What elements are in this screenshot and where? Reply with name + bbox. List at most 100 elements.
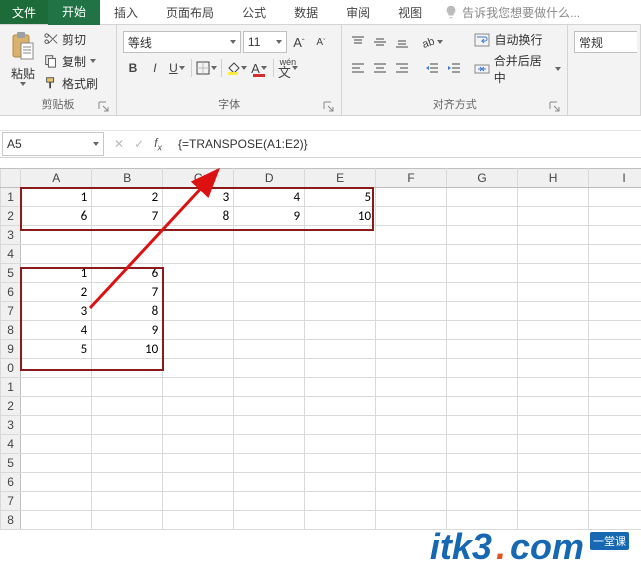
cell[interactable]: 9 <box>234 207 305 226</box>
cell[interactable] <box>589 378 641 397</box>
cell[interactable] <box>447 359 518 378</box>
cell[interactable]: 3 <box>163 188 234 207</box>
cell[interactable] <box>305 302 376 321</box>
font-size-combo[interactable]: 11 <box>243 31 287 53</box>
select-all-corner[interactable] <box>1 169 21 188</box>
row-header[interactable]: 7 <box>1 492 21 511</box>
cell[interactable] <box>21 397 92 416</box>
format-painter-button[interactable]: 格式刷 <box>44 73 98 93</box>
cell[interactable] <box>518 359 589 378</box>
cell[interactable] <box>518 283 589 302</box>
cell[interactable] <box>376 492 447 511</box>
cell[interactable] <box>447 511 518 530</box>
cell[interactable] <box>163 264 234 283</box>
cell[interactable] <box>589 492 641 511</box>
cell[interactable]: 8 <box>92 302 163 321</box>
cell[interactable] <box>21 454 92 473</box>
cell[interactable] <box>589 283 641 302</box>
cell[interactable] <box>163 378 234 397</box>
cell[interactable] <box>163 397 234 416</box>
col-header[interactable]: G <box>447 169 518 188</box>
paste-button[interactable]: 粘贴 <box>11 65 35 82</box>
align-right-button[interactable] <box>392 57 412 79</box>
cell[interactable] <box>92 435 163 454</box>
row-header[interactable]: 2 <box>1 207 21 226</box>
cell[interactable] <box>589 321 641 340</box>
cell[interactable] <box>589 207 641 226</box>
col-header[interactable]: D <box>234 169 305 188</box>
cell[interactable] <box>376 264 447 283</box>
row-header[interactable]: 4 <box>1 435 21 454</box>
cell[interactable] <box>589 397 641 416</box>
cell[interactable] <box>376 359 447 378</box>
cell[interactable]: 10 <box>305 207 376 226</box>
cell[interactable] <box>21 416 92 435</box>
borders-button[interactable] <box>196 57 217 79</box>
cell[interactable] <box>447 321 518 340</box>
fx-icon[interactable]: fx <box>154 136 162 152</box>
chevron-down-icon[interactable] <box>20 82 26 86</box>
cell[interactable] <box>92 226 163 245</box>
paste-icon[interactable] <box>9 31 37 63</box>
cell[interactable] <box>589 359 641 378</box>
cell[interactable] <box>376 188 447 207</box>
cut-button[interactable]: 剪切 <box>44 29 98 49</box>
name-box[interactable]: A5 <box>2 132 104 156</box>
cell[interactable]: 4 <box>21 321 92 340</box>
tab-home[interactable]: 开始 <box>48 0 100 25</box>
col-header[interactable]: I <box>589 169 641 188</box>
cell[interactable]: 4 <box>234 188 305 207</box>
cell[interactable] <box>163 416 234 435</box>
cell[interactable] <box>376 397 447 416</box>
cell[interactable]: 5 <box>305 188 376 207</box>
cell[interactable] <box>92 245 163 264</box>
cell[interactable] <box>234 378 305 397</box>
cell[interactable] <box>376 378 447 397</box>
tab-formulas[interactable]: 公式 <box>228 0 280 24</box>
phonetic-button[interactable]: wén 文 <box>278 57 298 79</box>
cell[interactable]: 7 <box>92 283 163 302</box>
cell[interactable] <box>447 473 518 492</box>
tab-data[interactable]: 数据 <box>280 0 332 24</box>
cell[interactable] <box>518 207 589 226</box>
align-bottom-button[interactable] <box>392 31 412 53</box>
cell[interactable] <box>447 416 518 435</box>
row-header[interactable]: 1 <box>1 378 21 397</box>
cell[interactable] <box>234 283 305 302</box>
row-header[interactable]: 8 <box>1 321 21 340</box>
cell[interactable] <box>305 435 376 454</box>
cell[interactable] <box>518 454 589 473</box>
cell[interactable] <box>447 245 518 264</box>
cell[interactable] <box>21 245 92 264</box>
cell[interactable] <box>518 226 589 245</box>
cell[interactable] <box>234 359 305 378</box>
cell[interactable]: 6 <box>21 207 92 226</box>
cell[interactable] <box>518 511 589 530</box>
cell[interactable] <box>92 397 163 416</box>
row-header[interactable]: 0 <box>1 359 21 378</box>
cell[interactable] <box>376 302 447 321</box>
cell[interactable] <box>518 492 589 511</box>
cancel-formula-button[interactable]: ✕ <box>114 137 124 151</box>
tab-view[interactable]: 视图 <box>384 0 436 24</box>
cell[interactable]: 10 <box>92 340 163 359</box>
col-header[interactable]: B <box>92 169 163 188</box>
row-header[interactable]: 9 <box>1 340 21 359</box>
cell[interactable] <box>92 416 163 435</box>
cell[interactable] <box>234 264 305 283</box>
cell[interactable] <box>518 264 589 283</box>
row-header[interactable]: 3 <box>1 416 21 435</box>
tab-page-layout[interactable]: 页面布局 <box>152 0 228 24</box>
cell[interactable]: 1 <box>21 188 92 207</box>
font-family-combo[interactable]: 等线 <box>123 31 241 53</box>
cell[interactable] <box>305 511 376 530</box>
cell[interactable] <box>447 340 518 359</box>
cell[interactable] <box>234 321 305 340</box>
cell[interactable] <box>305 340 376 359</box>
cell[interactable] <box>447 435 518 454</box>
cell[interactable] <box>376 473 447 492</box>
cell[interactable] <box>234 340 305 359</box>
cell[interactable] <box>305 378 376 397</box>
cell[interactable] <box>163 302 234 321</box>
cell[interactable]: 7 <box>92 207 163 226</box>
